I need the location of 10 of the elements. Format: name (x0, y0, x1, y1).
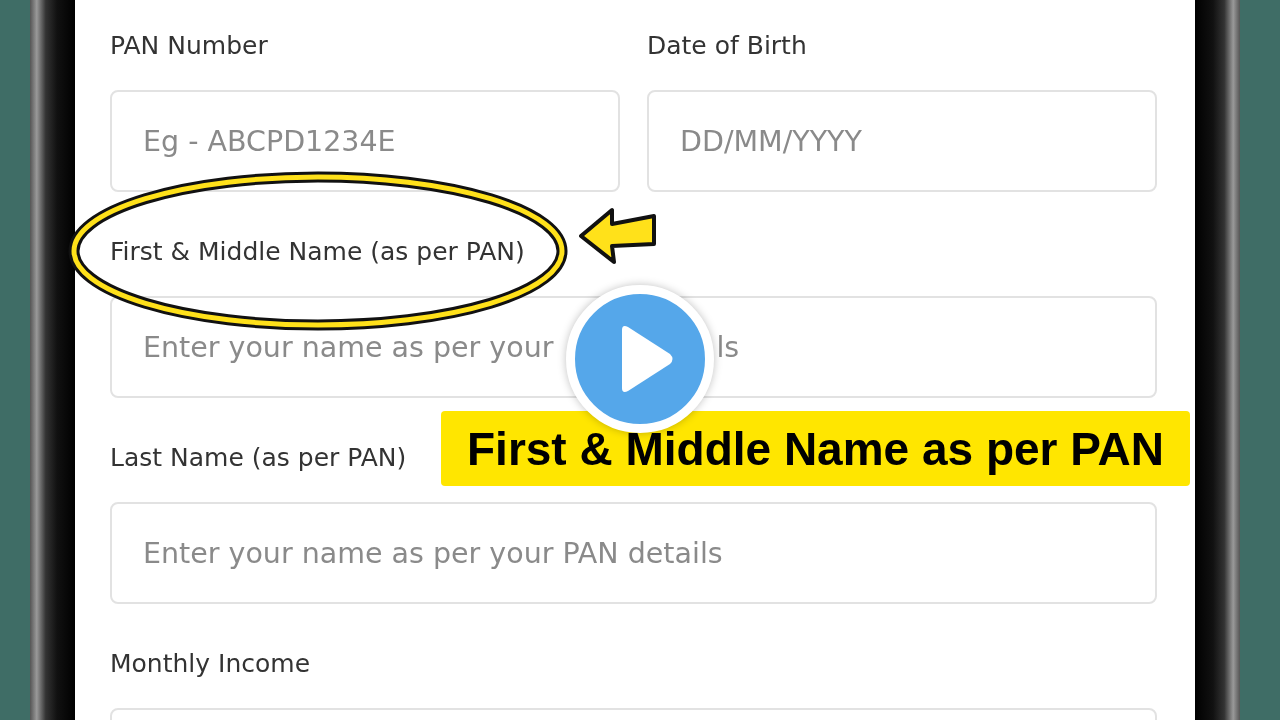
field-label: Monthly Income (110, 649, 311, 679)
field-label: First & Middle Name (as per PAN) (110, 237, 525, 267)
field-label: Date of Birth (647, 31, 807, 61)
input-field[interactable]: Eg - ABCPD1234E (110, 90, 620, 192)
arrow-icon (578, 206, 658, 266)
input-field[interactable]: Enter your name as per your PAN details (110, 502, 1157, 604)
field-label: Last Name (as per PAN) (110, 443, 407, 473)
caption-banner: First & Middle Name as per PAN (441, 411, 1190, 486)
field-label: PAN Number (110, 31, 268, 61)
input-field[interactable]: DD/MM/YYYY (647, 90, 1157, 192)
